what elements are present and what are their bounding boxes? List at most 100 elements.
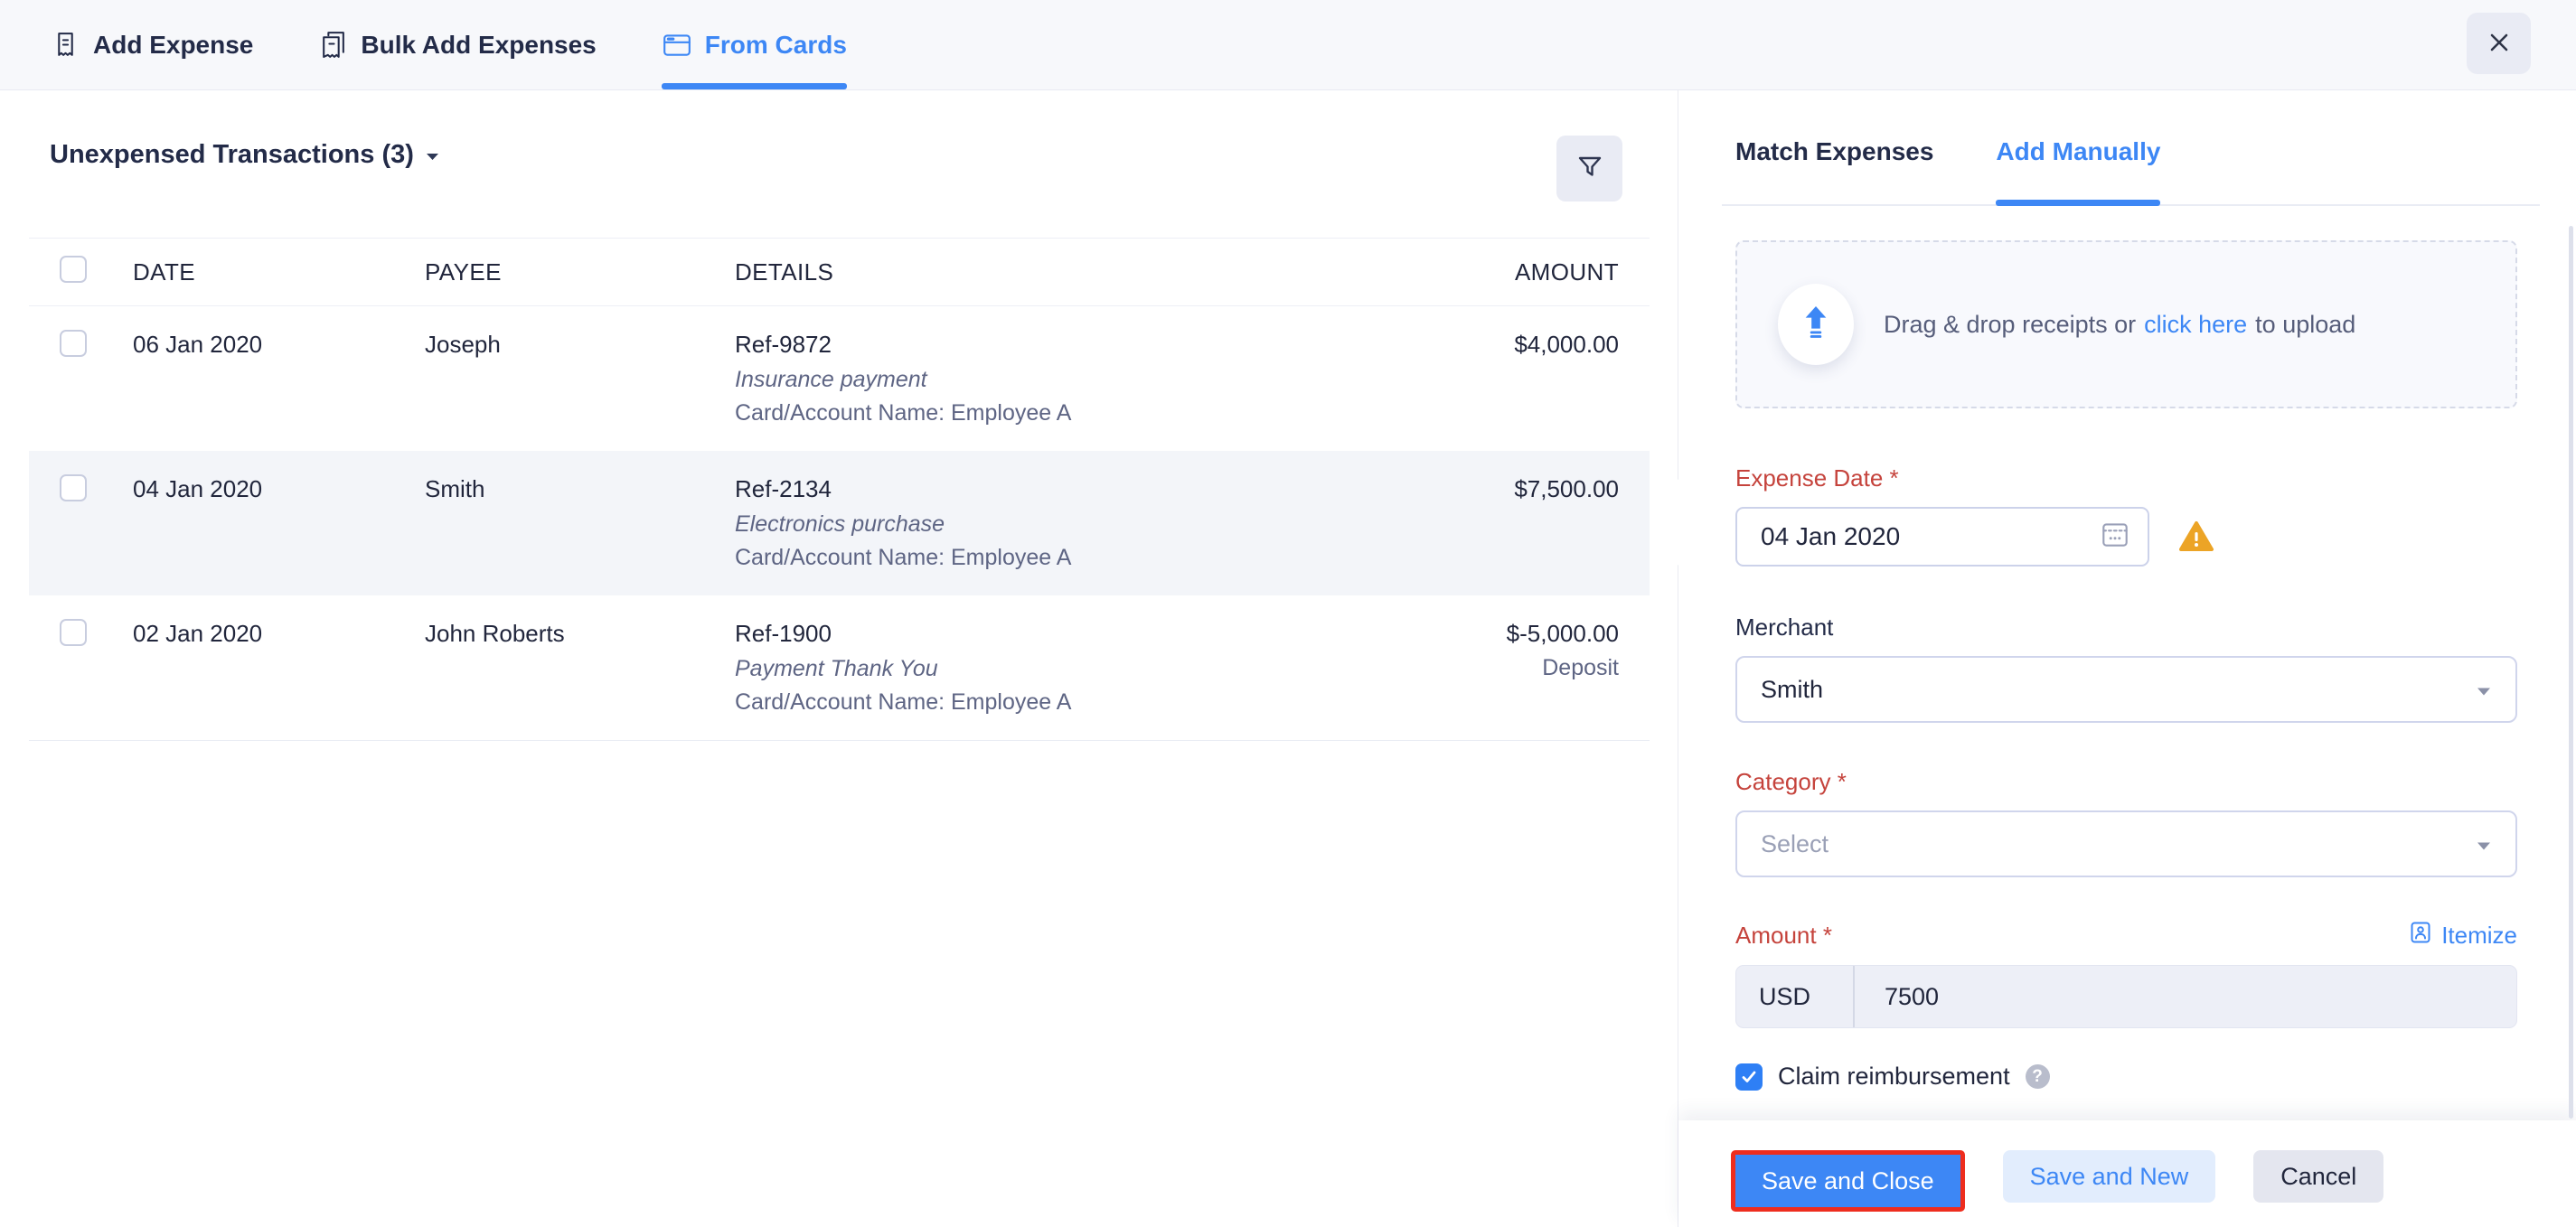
tab-from-cards[interactable]: From Cards — [662, 0, 847, 89]
itemize-icon — [2409, 921, 2432, 951]
transaction-row[interactable]: 02 Jan 2020 John Roberts Ref-1900 Paymen… — [29, 595, 1650, 740]
transaction-amount-note: Deposit — [1348, 653, 1619, 682]
filter-icon — [1575, 152, 1605, 185]
transactions-table-header: DATE PAYEE DETAILS AMOUNT — [29, 238, 1650, 306]
tab-label: Add Manually — [1996, 137, 2160, 165]
transactions-rows: 06 Jan 2020 Joseph Ref-9872 Insurance pa… — [29, 306, 1650, 740]
column-header-payee[interactable]: PAYEE — [425, 258, 735, 286]
card-icon — [662, 30, 692, 61]
tab-label: Add Expense — [93, 31, 253, 60]
transaction-date: 06 Jan 2020 — [133, 330, 425, 359]
right-panel-tabs: Match Expenses Add Manually — [1722, 137, 2540, 206]
category-label: Category * — [1735, 768, 2517, 796]
upload-click-here-link[interactable]: click here — [2144, 311, 2247, 339]
currency-code: USD — [1759, 983, 1810, 1011]
transaction-ref: Ref-2134 — [735, 474, 1348, 503]
transaction-row[interactable]: 06 Jan 2020 Joseph Ref-9872 Insurance pa… — [29, 306, 1650, 451]
upload-arrow-icon — [1801, 304, 1830, 345]
column-header-details[interactable]: DETAILS — [735, 258, 1348, 286]
close-button[interactable] — [2467, 13, 2531, 74]
save-and-close-button[interactable]: Save and Close — [1731, 1150, 1965, 1212]
upload-icon-circle — [1778, 284, 1854, 365]
filter-button[interactable] — [1556, 136, 1622, 201]
transaction-card-account: Card/Account Name: Employee A — [735, 543, 1348, 572]
claim-reimbursement-label: Claim reimbursement — [1778, 1063, 2010, 1091]
transaction-date: 04 Jan 2020 — [133, 474, 425, 503]
itemize-label: Itemize — [2441, 922, 2517, 950]
tab-label: Bulk Add Expenses — [361, 31, 596, 60]
expense-date-value: 04 Jan 2020 — [1761, 522, 1900, 551]
merchant-value: Smith — [1761, 676, 1823, 704]
upload-instruction: Drag & drop receipts or click here to up… — [1884, 311, 2355, 339]
amount-label: Amount * — [1735, 922, 1832, 950]
unexpensed-transactions-panel: Unexpensed Transactions (3) DATE PAYEE D… — [0, 90, 1678, 1227]
transactions-table: DATE PAYEE DETAILS AMOUNT 06 Jan 2020 Jo… — [29, 238, 1650, 741]
transaction-payee: Smith — [425, 474, 735, 503]
transaction-card-account: Card/Account Name: Employee A — [735, 398, 1348, 427]
row-checkbox[interactable] — [60, 619, 87, 646]
transaction-ref: Ref-1900 — [735, 619, 1348, 648]
chevron-down-icon — [2476, 676, 2492, 704]
transaction-ref: Ref-9872 — [735, 330, 1348, 359]
calendar-icon[interactable] — [2099, 518, 2131, 557]
transaction-row[interactable]: 04 Jan 2020 Smith Ref-2134 Electronics p… — [29, 451, 1650, 595]
tab-label: Match Expenses — [1735, 137, 1933, 165]
amount-input[interactable]: 7500 — [1855, 966, 2516, 1027]
tab-label: From Cards — [705, 31, 847, 60]
merchant-select[interactable]: Smith — [1735, 656, 2517, 723]
modal-header: Add Expense Bulk Add Expenses From Car — [0, 0, 2576, 90]
upload-text-before: Drag & drop receipts or — [1884, 311, 2136, 339]
save-and-new-button[interactable]: Save and New — [2003, 1150, 2216, 1203]
row-checkbox[interactable] — [60, 474, 87, 501]
transaction-amount: $-5,000.00 — [1348, 619, 1619, 648]
category-field: Category * Select — [1735, 768, 2517, 877]
receipts-stack-icon — [318, 30, 348, 60]
category-placeholder: Select — [1761, 830, 1829, 858]
add-expense-form-panel: Match Expenses Add Manually Drag & drop … — [1678, 90, 2576, 1227]
upload-text-after: to upload — [2255, 311, 2355, 339]
warning-icon[interactable] — [2178, 520, 2214, 553]
tab-add-expense[interactable]: Add Expense — [51, 0, 253, 89]
transaction-description: Electronics purchase — [735, 510, 1348, 539]
close-icon — [2485, 28, 2514, 60]
amount-input-group: USD 7500 — [1735, 965, 2517, 1028]
help-icon[interactable] — [2026, 1064, 2050, 1089]
transaction-amount: $4,000.00 — [1348, 330, 1619, 359]
transaction-payee: Joseph — [425, 330, 735, 359]
expense-date-input[interactable]: 04 Jan 2020 — [1735, 507, 2149, 567]
transaction-date: 02 Jan 2020 — [133, 619, 425, 648]
receipt-dropzone[interactable]: Drag & drop receipts or click here to up… — [1735, 240, 2517, 408]
itemize-link[interactable]: Itemize — [2409, 921, 2517, 951]
receipt-icon — [51, 30, 80, 60]
transaction-amount: $7,500.00 — [1348, 474, 1619, 503]
tab-bulk-add-expenses[interactable]: Bulk Add Expenses — [318, 0, 596, 89]
transaction-description: Payment Thank You — [735, 654, 1348, 683]
row-checkbox[interactable] — [60, 330, 87, 357]
amount-value-text: 7500 — [1885, 983, 1939, 1011]
chevron-down-icon — [425, 136, 440, 173]
tab-add-manually[interactable]: Add Manually — [1996, 137, 2160, 204]
category-select[interactable]: Select — [1735, 810, 2517, 877]
column-header-amount[interactable]: AMOUNT — [1348, 258, 1619, 286]
select-all-checkbox[interactable] — [60, 256, 87, 283]
expense-date-field: Expense Date * 04 Jan 2020 — [1735, 464, 2517, 567]
expense-entry-tabs: Add Expense Bulk Add Expenses From Car — [0, 0, 847, 89]
claim-reimbursement-row: Claim reimbursement — [1735, 1063, 2517, 1091]
merchant-field: Merchant Smith — [1735, 614, 2517, 723]
merchant-label: Merchant — [1735, 614, 2517, 642]
tab-match-expenses[interactable]: Match Expenses — [1735, 137, 1933, 204]
modal-body: Unexpensed Transactions (3) DATE PAYEE D… — [0, 90, 2576, 1227]
unexpensed-transactions-title[interactable]: Unexpensed Transactions (3) — [50, 136, 440, 173]
transaction-card-account: Card/Account Name: Employee A — [735, 688, 1348, 717]
column-header-date[interactable]: DATE — [133, 258, 425, 286]
transaction-description: Insurance payment — [735, 365, 1348, 394]
panel-title-text: Unexpensed Transactions (3) — [50, 136, 414, 173]
scrollbar[interactable] — [2569, 226, 2573, 1119]
amount-field: Amount * Itemize USD — [1735, 921, 2517, 1028]
transaction-payee: John Roberts — [425, 619, 735, 648]
cancel-button[interactable]: Cancel — [2253, 1150, 2383, 1203]
expense-date-label: Expense Date * — [1735, 464, 2517, 492]
claim-reimbursement-checkbox[interactable] — [1735, 1063, 1763, 1091]
currency-selector[interactable]: USD — [1736, 966, 1855, 1027]
chevron-down-icon — [2476, 830, 2492, 858]
